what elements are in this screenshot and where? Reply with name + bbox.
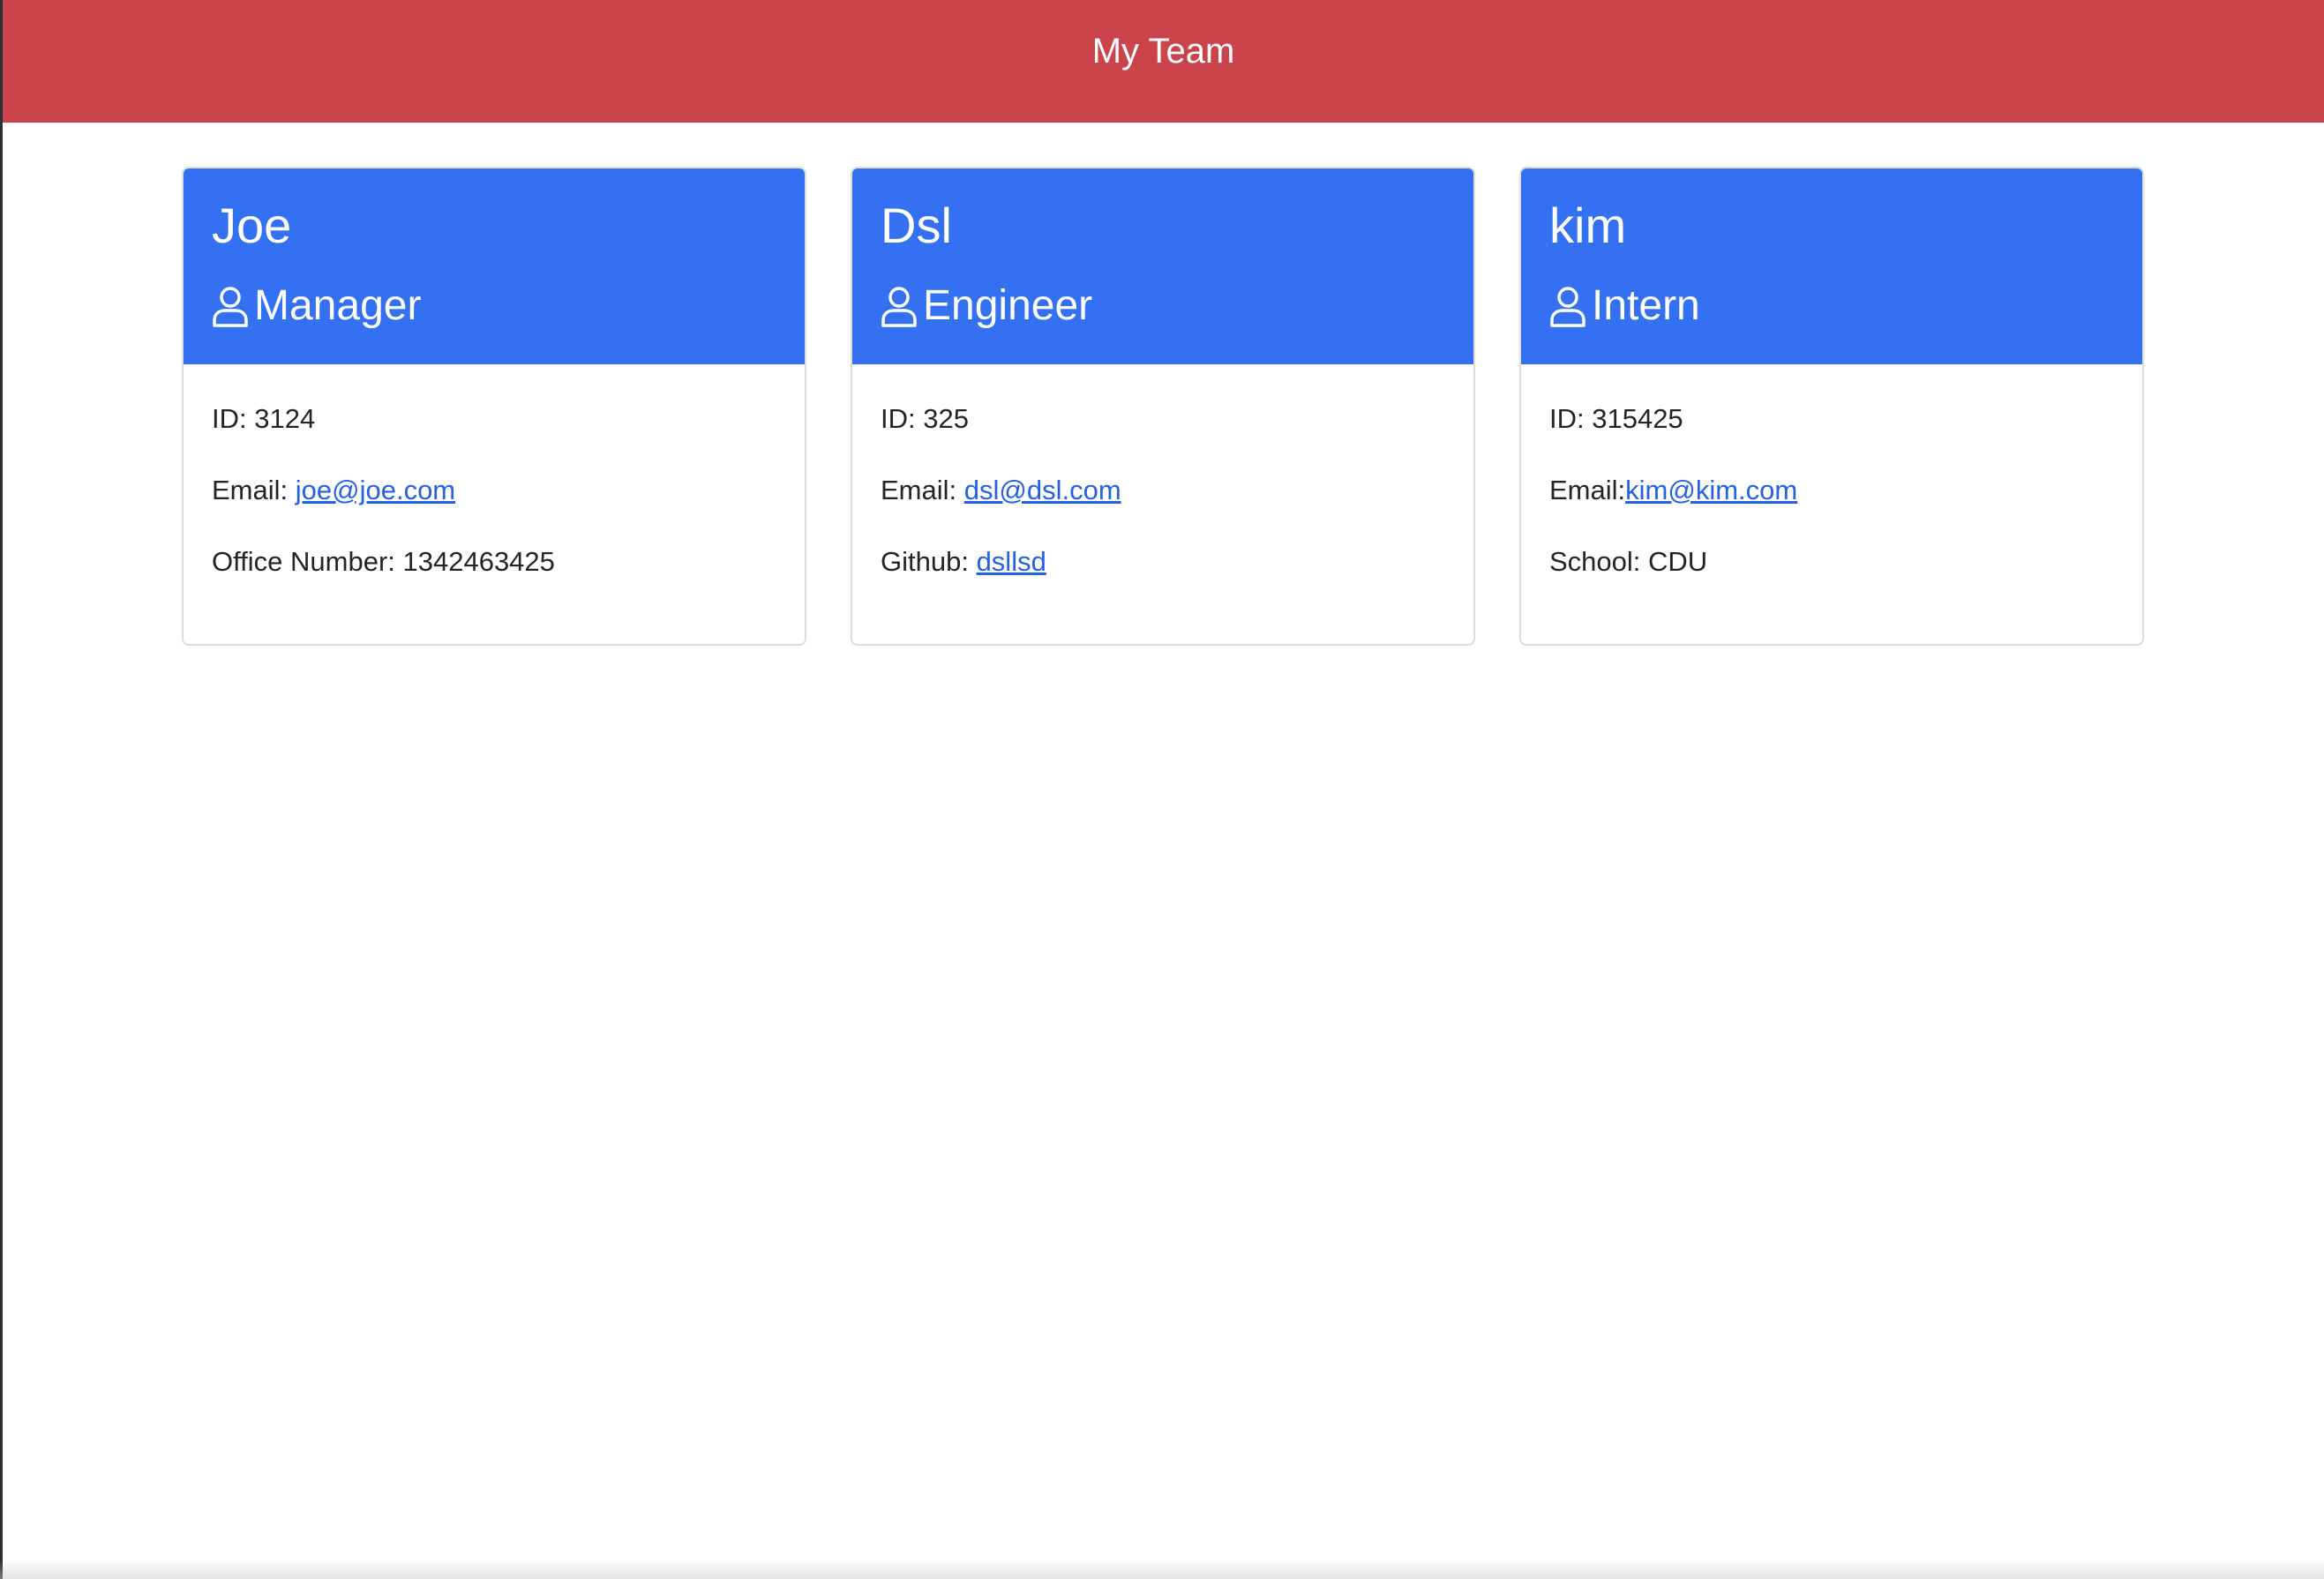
employee-id: ID: 3124 (212, 403, 316, 434)
email-link[interactable]: kim@kim.com (1625, 475, 1797, 505)
employee-role: Engineer (881, 281, 1092, 330)
office-number-label: Office Number: 1342463425 (212, 546, 555, 577)
employee-role: Intern (1549, 281, 1700, 330)
employee-name: Joe (212, 198, 292, 253)
card-body: ID: 325 Email: dsl@dsl.com Github: dslls… (852, 364, 1473, 578)
role-label: Intern (1592, 282, 1700, 329)
card-body: ID: 315425 Email:kim@kim.com School: CDU (1521, 364, 2142, 578)
person-icon (1549, 285, 1586, 327)
card-body: ID: 3124 Email: joe@joe.com Office Numbe… (184, 364, 805, 578)
email-link[interactable]: dsl@dsl.com (964, 475, 1121, 505)
employee-email-line: Email: joe@joe.com (212, 475, 776, 506)
office-number: Office Number: 1342463425 (212, 546, 776, 578)
email-link[interactable]: joe@joe.com (296, 475, 455, 505)
email-label: Email: (881, 475, 964, 505)
employee-id: ID: 325 (881, 403, 969, 434)
person-icon (881, 285, 918, 327)
employee-role: Manager (212, 281, 421, 330)
employee-name: kim (1549, 198, 1627, 253)
role-label: Manager (254, 282, 422, 329)
navbar: My Team (3, 0, 2324, 123)
card-header: kim Intern (1521, 168, 2142, 364)
window-bottom-shadow (0, 1560, 2324, 1579)
email-label: Email: (1549, 475, 1626, 505)
window-edge (0, 0, 3, 1579)
employee-email-line: Email: dsl@dsl.com (881, 475, 1445, 506)
page-title: My Team (1091, 32, 1235, 71)
employee-name: Dsl (881, 198, 952, 253)
employee-card-intern: kim Intern ID: 315425 Email:kim@kim.com … (1519, 167, 2144, 646)
employee-card-manager: Joe Manager ID: 3124 Email: joe@joe.com … (182, 167, 806, 646)
school-line: School: CDU (1549, 546, 2114, 578)
role-label: Engineer (923, 282, 1093, 329)
github-line: Github: dsllsd (881, 546, 1445, 578)
team-cards: Joe Manager ID: 3124 Email: joe@joe.com … (182, 167, 2144, 646)
card-header: Dsl Engineer (852, 168, 1473, 364)
employee-email-line: Email:kim@kim.com (1549, 475, 2114, 506)
person-icon (212, 285, 249, 327)
employee-card-engineer: Dsl Engineer ID: 325 Email: dsl@dsl.com … (851, 167, 1475, 646)
card-header: Joe Manager (184, 168, 805, 364)
github-label: Github: (881, 546, 977, 577)
email-label: Email: (212, 475, 296, 505)
school-label: School: CDU (1549, 546, 1708, 577)
github-link[interactable]: dsllsd (977, 546, 1046, 577)
employee-id: ID: 315425 (1549, 403, 1683, 434)
